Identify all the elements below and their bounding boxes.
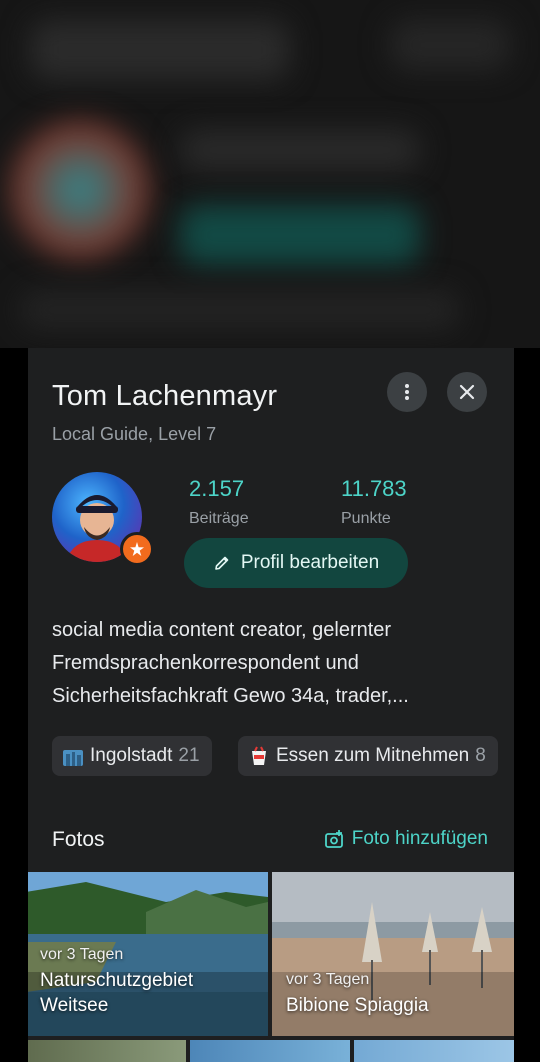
city-icon	[63, 750, 83, 766]
more-options-button[interactable]	[387, 372, 427, 412]
photo-card-row2[interactable]	[190, 1040, 350, 1062]
chip-count: 8	[475, 745, 486, 766]
close-button[interactable]	[447, 372, 487, 412]
profile-name: Tom Lachenmayr	[52, 380, 278, 412]
profile-level: Local Guide, Level 7	[52, 424, 217, 444]
stat-value: 11.783	[341, 476, 407, 501]
stat-contributions[interactable]: 2.157 Beiträge	[189, 476, 249, 528]
takeout-icon	[252, 746, 266, 765]
edit-profile-button[interactable]: Profil bearbeiten	[184, 538, 408, 588]
photo-age: vor 3 Tagen	[40, 946, 124, 963]
add-photo-icon	[324, 830, 343, 848]
photo-card-weitsee[interactable]: vor 3 Tagen Naturschutzgebiet Weitsee	[28, 872, 268, 1036]
stat-points[interactable]: 11.783 Punkte	[341, 476, 407, 528]
chip-ingolstadt[interactable]: Ingolstadt 21	[52, 736, 212, 776]
add-photo-label: Foto hinzufügen	[351, 828, 488, 849]
photo-age: vor 3 Tagen	[286, 971, 370, 988]
chip-count: 21	[178, 745, 200, 766]
stat-value: 2.157	[189, 476, 245, 501]
chip-label: Ingolstadt	[90, 745, 173, 766]
star-icon	[130, 542, 144, 556]
photo-card-row2[interactable]	[28, 1040, 186, 1062]
photo-place: Naturschutzgebiet Weitsee	[40, 970, 194, 1016]
photo-place: Bibione Spiaggia	[286, 995, 429, 1016]
profile-sheet: Tom Lachenmayr Local Guide, Level 7 2.15…	[28, 348, 514, 1062]
close-icon	[459, 384, 475, 400]
add-photo-button[interactable]: Foto hinzufügen	[324, 828, 488, 850]
photo-card-bibione[interactable]: vor 3 Tagen Bibione Spiaggia	[272, 872, 514, 1036]
chip-takeout[interactable]: Essen zum Mitnehmen 8	[238, 736, 498, 776]
photos-title: Fotos	[52, 828, 105, 851]
local-guide-badge	[120, 532, 154, 566]
stat-label: Punkte	[341, 510, 391, 527]
edit-profile-label: Profil bearbeiten	[240, 552, 380, 573]
stat-label: Beiträge	[189, 510, 249, 527]
blurred-background	[0, 0, 540, 348]
chip-label: Essen zum Mitnehmen	[276, 745, 470, 766]
profile-bio: social media content creator, gelernter …	[52, 619, 409, 707]
more-vert-icon	[405, 384, 409, 400]
pencil-icon	[215, 556, 229, 570]
photo-card-row2[interactable]	[354, 1040, 514, 1062]
